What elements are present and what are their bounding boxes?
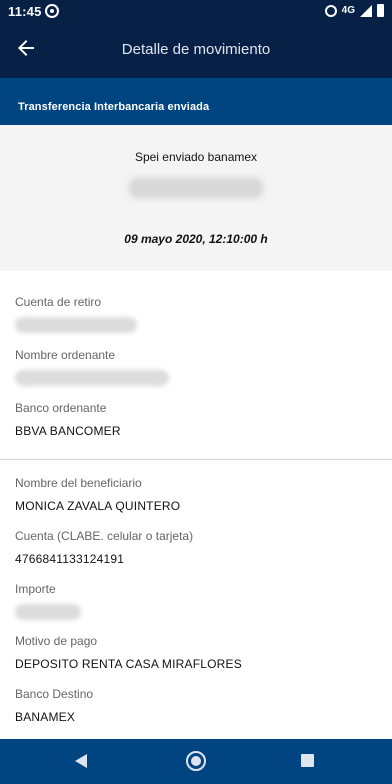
ordering-name-redacted xyxy=(15,370,169,386)
status-time: 11:45 xyxy=(8,4,42,19)
payment-reason-label: Motivo de pago xyxy=(15,634,98,648)
home-circle-icon[interactable] xyxy=(186,751,206,771)
network-type: 4G xyxy=(341,5,355,16)
amount-label: Importe xyxy=(15,582,56,596)
recents-square-icon[interactable] xyxy=(301,754,314,767)
amount-redacted xyxy=(128,177,264,199)
ordering-bank-field: Banco ordenante BBVA BANCOMER xyxy=(15,401,375,438)
destination-bank-field: Banco Destino BANAMEX xyxy=(15,687,375,724)
battery-icon xyxy=(377,4,384,17)
payment-reason-field: Motivo de pago DEPOSITO RENTA CASA MIRAF… xyxy=(15,634,375,671)
beneficiary-name-field: Nombre del beneficiario MONICA ZAVALA QU… xyxy=(15,476,375,513)
section-divider xyxy=(0,459,392,460)
amount-value-redacted xyxy=(15,604,81,620)
beneficiary-name-label: Nombre del beneficiario xyxy=(15,476,142,490)
status-icons: 4G xyxy=(324,4,384,17)
status-bar: 11:45 4G xyxy=(0,0,392,24)
back-triangle-icon[interactable] xyxy=(75,754,87,768)
signal-icon xyxy=(360,4,372,17)
beneficiary-account-field: Cuenta (CLABE. celular o tarjeta) 476684… xyxy=(15,529,375,566)
beneficiary-account-label: Cuenta (CLABE. celular o tarjeta) xyxy=(15,529,194,543)
beneficiary-name-value: MONICA ZAVALA QUINTERO xyxy=(15,499,181,513)
ordering-name-label: Nombre ordenante xyxy=(15,348,116,362)
movement-datetime: 09 mayo 2020, 12:10:00 h xyxy=(124,232,268,246)
movement-concept: Spei enviado banamex xyxy=(134,150,258,164)
app-bar: Detalle de movimiento xyxy=(0,24,392,78)
whatsapp-icon xyxy=(45,4,59,18)
movement-summary: Spei enviado banamex 09 mayo 2020, 12:10… xyxy=(0,125,392,271)
destination-bank-value: BANAMEX xyxy=(15,710,76,724)
destination-bank-label: Banco Destino xyxy=(15,687,94,701)
payment-reason-value: DEPOSITO RENTA CASA MIRAFLORES xyxy=(15,657,242,671)
amount-field: Importe xyxy=(15,582,375,620)
section-header: Transferencia Interbancaria enviada xyxy=(0,78,392,125)
withdrawal-account-label: Cuenta de retiro xyxy=(15,295,102,309)
beneficiary-account-value: 4766841133124191 xyxy=(15,552,125,566)
page-title: Detalle de movimiento xyxy=(121,41,271,58)
alarm-icon xyxy=(324,4,337,17)
system-nav-bar xyxy=(0,739,392,784)
ordering-name-field: Nombre ordenante xyxy=(15,348,375,386)
ordering-bank-value: BBVA BANCOMER xyxy=(15,424,121,438)
withdrawal-account-field: Cuenta de retiro xyxy=(15,295,375,333)
withdrawal-account-redacted xyxy=(15,317,137,333)
ordering-bank-label: Banco ordenante xyxy=(15,401,107,415)
section-title: Transferencia Interbancaria enviada xyxy=(18,101,210,113)
